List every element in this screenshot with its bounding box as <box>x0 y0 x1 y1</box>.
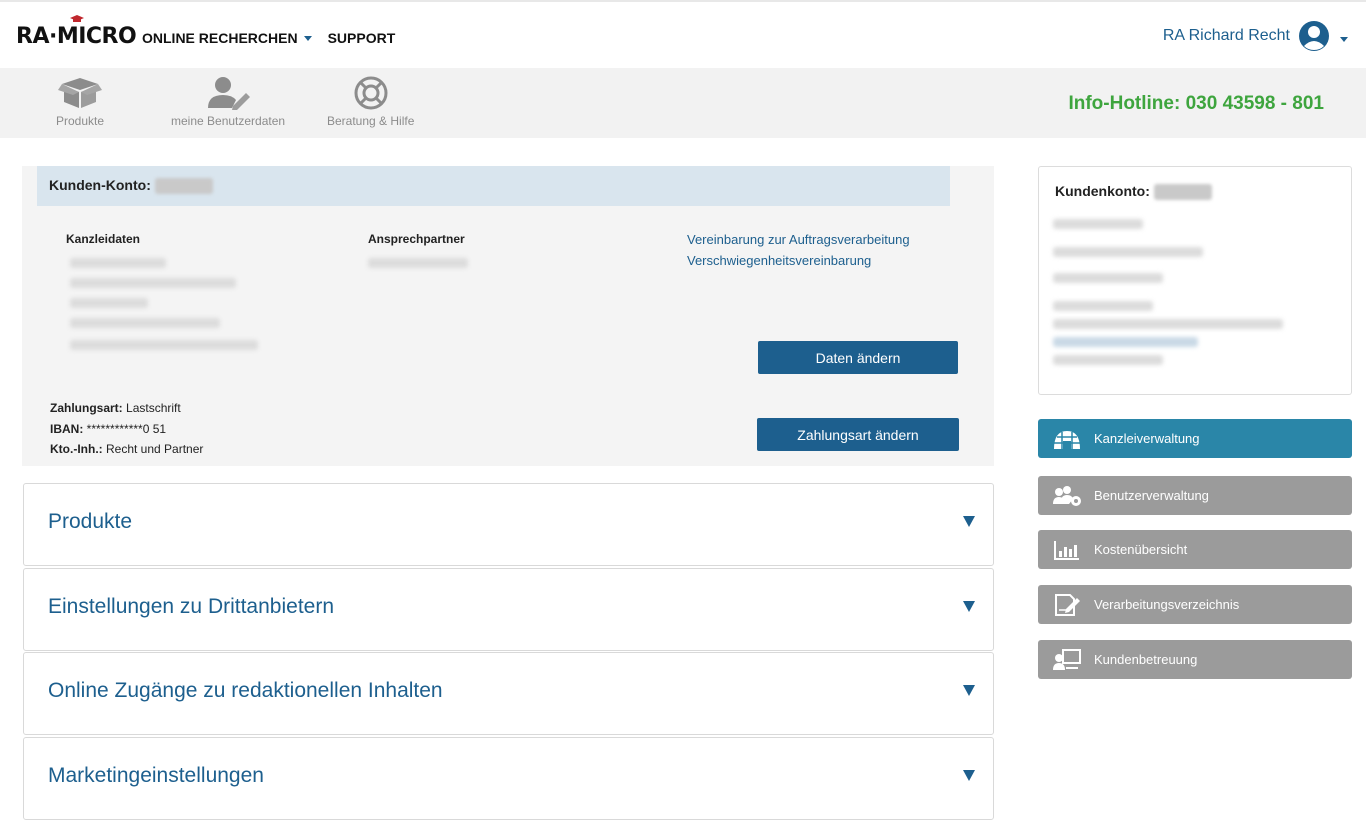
subnav-benutzerdaten[interactable]: meine Benutzerdaten <box>171 76 285 128</box>
redacted-line <box>70 340 258 350</box>
ansprechpartner-title: Ansprechpartner <box>368 232 465 246</box>
redacted-account-number <box>154 178 213 195</box>
redacted-line <box>70 278 236 288</box>
daten-aendern-button[interactable]: Daten ändern <box>758 341 958 374</box>
top-navbar: RA·MICRO ONLINE RECHERCHEN SUPPORT RA Ri… <box>0 0 1366 68</box>
triangle-down-icon <box>963 770 975 781</box>
kostenuebersicht-button[interactable]: Kostenübersicht <box>1038 530 1352 569</box>
logo-text: RA·MICRO <box>16 24 137 49</box>
redacted-account-number <box>1153 184 1212 201</box>
verarbeitungsverzeichnis-label: Verarbeitungsverzeichnis <box>1094 597 1240 612</box>
nav-online-recherchen[interactable]: ONLINE RECHERCHEN <box>142 30 312 46</box>
user-caret-down-icon <box>1340 36 1348 42</box>
document-edit-icon <box>1055 593 1080 616</box>
redacted-line <box>70 258 166 268</box>
verarbeitungsverzeichnis-button[interactable]: Verarbeitungsverzeichnis <box>1038 585 1352 624</box>
kontoinhaber-label: Kto.-Inh.: <box>50 442 103 456</box>
accordion-marketing-label: Marketingeinstellungen <box>48 764 264 787</box>
caret-down-icon <box>303 35 312 41</box>
kundenkonto-card: Kundenkonto: <box>1038 166 1352 395</box>
kundenbetreuung-label: Kundenbetreuung <box>1094 652 1198 667</box>
subnav-beratung-hilfe[interactable]: Beratung & Hilfe <box>327 76 414 128</box>
zahlungsart-aendern-button[interactable]: Zahlungsart ändern <box>757 418 959 451</box>
ra-micro-logo[interactable]: RA·MICRO <box>16 15 137 49</box>
kostenuebersicht-label: Kostenübersicht <box>1094 542 1188 557</box>
user-edit-icon <box>208 77 251 110</box>
subnav-produkte-label: Produkte <box>56 114 105 128</box>
graduation-cap-icon <box>70 15 84 22</box>
nav-online-recherchen-label: ONLINE RECHERCHEN <box>142 30 298 46</box>
benutzerverwaltung-button[interactable]: Benutzerverwaltung <box>1038 476 1352 515</box>
zahlungsart-label: Zahlungsart: <box>50 401 123 415</box>
accordion-produkte-label: Produkte <box>48 510 133 533</box>
subnav-benutzerdaten-label: meine Benutzerdaten <box>171 114 286 128</box>
zahlungsart-value: Lastschrift <box>126 401 181 415</box>
presenter-icon <box>1053 648 1081 670</box>
triangle-down-icon <box>963 685 975 696</box>
kontoinhaber-value: Recht und Partner <box>106 442 204 456</box>
accordion-marketing[interactable]: Marketingeinstellungen <box>23 737 994 820</box>
info-hotline: Info-Hotline: 030 43598 - 801 <box>1068 93 1324 114</box>
kundenkonto-title-text: Kundenkonto: <box>1055 183 1150 199</box>
accordion-online-zugaenge-label: Online Zugänge zu redaktionellen Inhalte… <box>48 679 443 702</box>
kontoinhaber-row: Kto.-Inh.: Recht und Partner <box>50 442 203 456</box>
account-panel: Kunden-Konto: Kanzleidaten Ansprechpartn… <box>22 166 994 466</box>
kanzleiverwaltung-button[interactable]: Kanzleiverwaltung <box>1038 419 1352 458</box>
auftragsverarbeitung-link[interactable]: Vereinbarung zur Auftragsverarbeitung <box>687 232 910 247</box>
igloo-icon <box>1054 430 1080 449</box>
bar-chart-icon <box>1054 540 1079 560</box>
user-menu[interactable]: RA Richard Recht <box>1163 20 1348 52</box>
redacted-line <box>1053 301 1153 311</box>
redacted-line <box>368 258 468 268</box>
main-nav: ONLINE RECHERCHEN SUPPORT <box>142 30 395 46</box>
iban-row: IBAN: ************0 51 <box>50 422 166 436</box>
triangle-down-icon <box>963 601 975 612</box>
redacted-line <box>1053 355 1163 365</box>
zahlungsart-row: Zahlungsart: Lastschrift <box>50 401 181 415</box>
account-header: Kunden-Konto: <box>37 166 950 206</box>
accordion-online-zugaenge[interactable]: Online Zugänge zu redaktionellen Inhalte… <box>23 652 994 735</box>
redacted-line <box>70 298 148 308</box>
user-name: RA Richard Recht <box>1162 27 1290 44</box>
box-icon <box>58 78 103 108</box>
iban-label: IBAN: <box>50 422 84 436</box>
kanzleiverwaltung-label: Kanzleiverwaltung <box>1094 431 1200 446</box>
user-avatar-icon <box>1299 21 1329 51</box>
iban-value: ************0 51 <box>86 422 167 436</box>
lifebuoy-icon <box>354 76 388 110</box>
kundenkonto-title: Kundenkonto: <box>1055 183 1212 201</box>
nav-support-label: SUPPORT <box>327 30 396 46</box>
benutzerverwaltung-label: Benutzerverwaltung <box>1094 488 1209 503</box>
redacted-line <box>1053 319 1283 329</box>
account-title: Kunden-Konto: <box>49 177 151 193</box>
kanzleidaten-title: Kanzleidaten <box>66 232 141 246</box>
redacted-line <box>70 318 220 328</box>
redacted-line <box>1053 247 1203 257</box>
accordion-drittanbieter[interactable]: Einstellungen zu Drittanbietern <box>23 568 994 651</box>
redacted-line <box>1053 273 1163 283</box>
verschwiegenheit-link[interactable]: Verschwiegenheitsvereinbarung <box>687 253 871 268</box>
accordion-drittanbieter-label: Einstellungen zu Drittanbietern <box>48 595 335 618</box>
users-gear-icon <box>1053 485 1081 506</box>
triangle-down-icon <box>963 516 975 527</box>
redacted-link <box>1053 337 1198 347</box>
nav-support[interactable]: SUPPORT <box>328 30 396 46</box>
kundenbetreuung-button[interactable]: Kundenbetreuung <box>1038 640 1352 679</box>
redacted-line <box>1053 219 1143 229</box>
accordion-produkte[interactable]: Produkte <box>23 483 994 566</box>
subnav-beratung-label: Beratung & Hilfe <box>327 114 415 128</box>
subnav-produkte[interactable]: Produkte <box>56 76 104 128</box>
sub-navbar: Produkte meine Benutzerdaten Beratung & … <box>0 68 1366 138</box>
